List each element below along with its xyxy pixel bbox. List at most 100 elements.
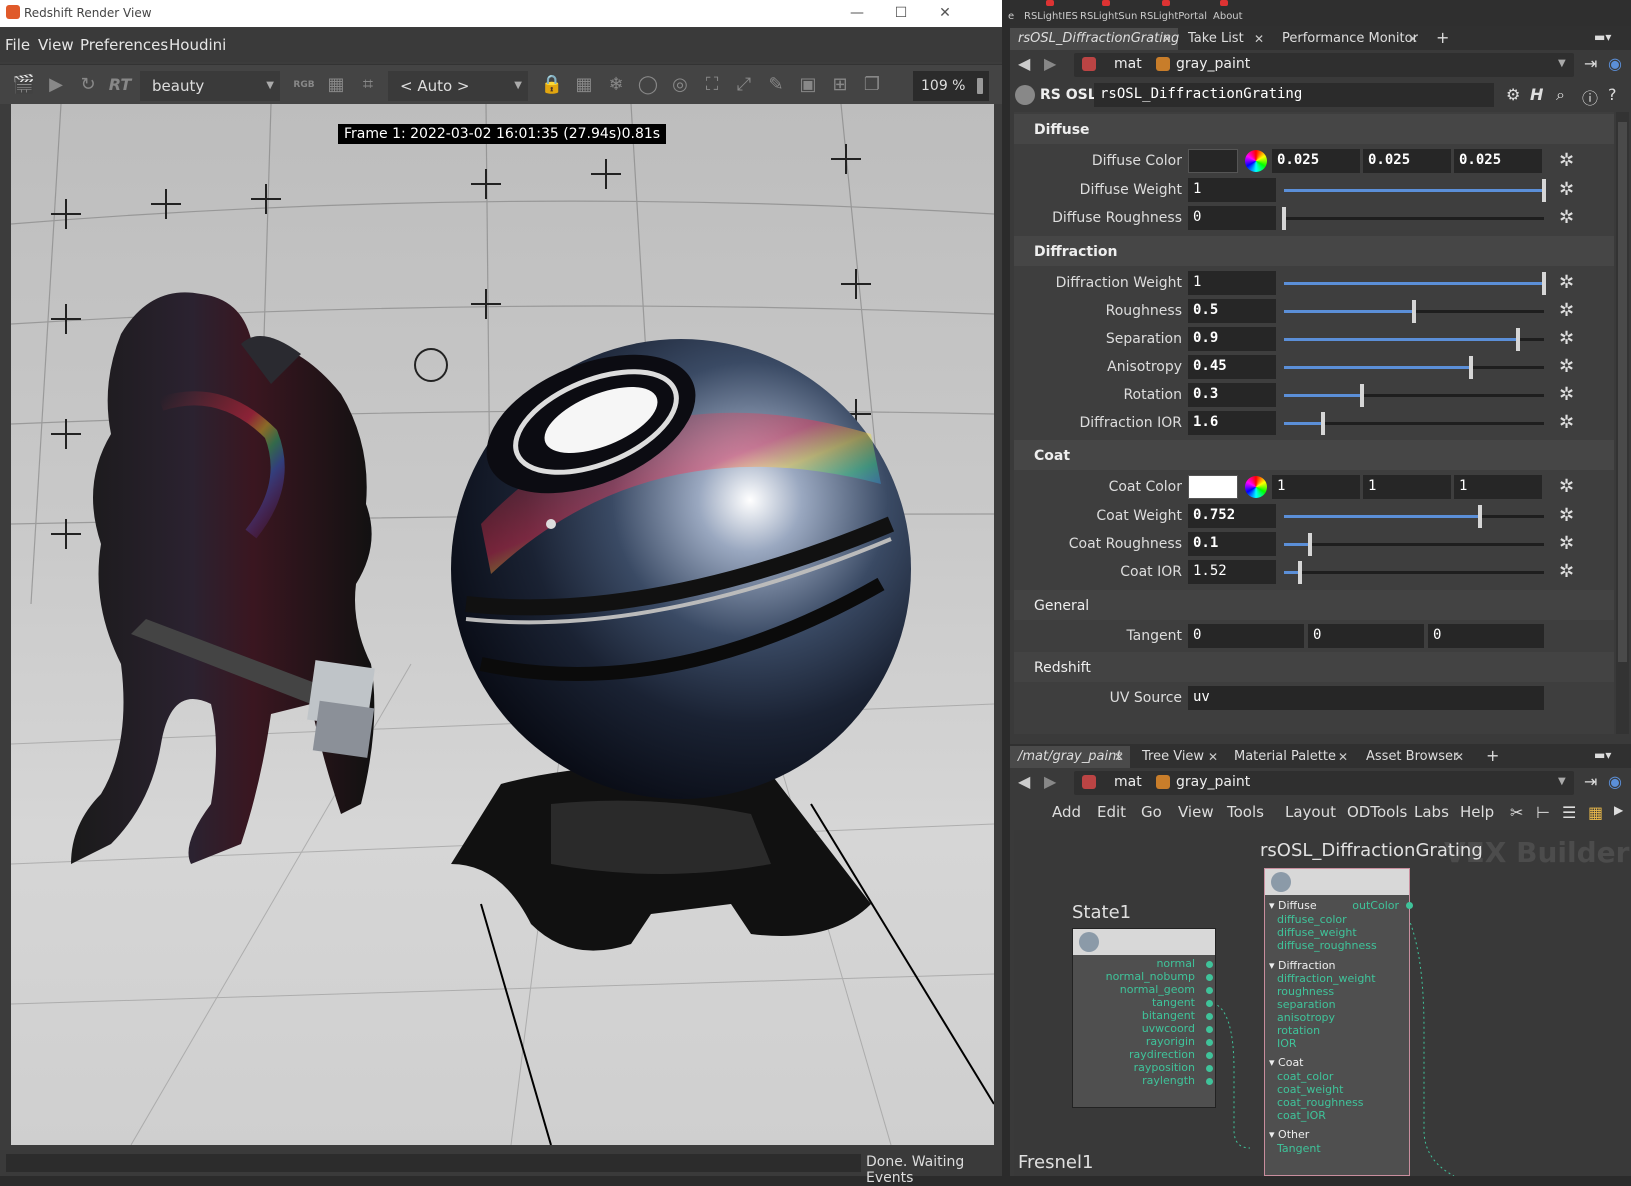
close-icon[interactable]: ✕ (1254, 28, 1264, 50)
group-diffraction[interactable]: ▾ Diffraction (1269, 959, 1336, 972)
input-rotation[interactable]: rotation (1277, 1024, 1320, 1037)
houdini-h-icon[interactable]: H (1530, 85, 1543, 104)
network-editor[interactable]: VEX Builder State1 normal normal_nobump … (1014, 830, 1631, 1176)
add-snapshot-icon[interactable]: ⊞ (828, 74, 852, 96)
tiles-icon[interactable]: ▦ (572, 74, 596, 96)
separation-slider[interactable] (1284, 328, 1544, 351)
node-name-field[interactable]: rsOSL_DiffractionGrating (1094, 83, 1494, 107)
output-bitangent[interactable]: bitangent (1142, 1009, 1195, 1022)
close-icon[interactable]: ✕ (1114, 746, 1124, 768)
pin-icon[interactable]: ⇥ (1584, 54, 1597, 73)
menu-odtools[interactable]: ODTools (1347, 803, 1407, 821)
gear-icon[interactable]: ✲ (1559, 329, 1574, 349)
menu-view[interactable]: View (38, 36, 74, 54)
anisotropy-slider[interactable] (1284, 356, 1544, 379)
gear-icon[interactable]: ✲ (1559, 413, 1574, 433)
tab-network-path[interactable]: /mat/gray_paint ✕ (1010, 746, 1130, 768)
roughness-slider[interactable] (1284, 300, 1544, 323)
gear-icon[interactable]: ✲ (1559, 301, 1574, 321)
clapper-icon[interactable]: 🎬 (12, 74, 36, 96)
input-coat-ior[interactable]: coat_IOR (1277, 1109, 1326, 1122)
input-coat-roughness[interactable]: coat_roughness (1277, 1096, 1363, 1109)
color-swatch[interactable] (1188, 475, 1238, 499)
tab-asset-browser[interactable]: Asset Browser ✕ (1358, 746, 1470, 768)
tab-osl-parameters[interactable]: rsOSL_DiffractionGrating ✕ (1010, 28, 1179, 50)
slider-handle[interactable] (1469, 356, 1474, 379)
chevron-down-icon[interactable]: ▼ (1558, 58, 1566, 69)
coat-weight-slider[interactable] (1284, 505, 1544, 528)
coat-weight-field[interactable]: 0.752 (1188, 504, 1276, 528)
gear-icon[interactable]: ✲ (1559, 506, 1574, 526)
output-normal-geom[interactable]: normal_geom (1120, 983, 1195, 996)
slider-handle[interactable] (1542, 272, 1546, 295)
palette-icon[interactable]: ▦ (1588, 803, 1603, 822)
group-other[interactable]: ▾ Other (1269, 1128, 1309, 1141)
snowflake-icon[interactable]: ❄ (604, 74, 628, 96)
gear-icon[interactable]: ✲ (1559, 534, 1574, 554)
add-tab-icon[interactable]: + (1486, 746, 1499, 765)
back-arrow-icon[interactable]: ◀ (1018, 772, 1030, 791)
search-icon[interactable]: ⌕ (1556, 85, 1565, 105)
link-icon[interactable]: ◉ (1608, 772, 1622, 791)
separation-field[interactable]: 0.9 (1188, 327, 1276, 351)
path-field[interactable] (1074, 53, 1574, 77)
slider-handle[interactable] (1477, 505, 1482, 528)
gear-icon[interactable]: ✲ (1559, 151, 1574, 171)
forward-arrow-icon[interactable]: ▶ (1044, 54, 1056, 73)
output-rayorigin[interactable]: rayorigin (1146, 1035, 1195, 1048)
menu-edit[interactable]: Edit (1097, 803, 1126, 821)
roughness-field[interactable]: 0.5 (1188, 299, 1276, 323)
tree-icon[interactable]: ⊢ (1536, 803, 1550, 822)
input-separation[interactable]: separation (1277, 998, 1336, 1011)
edit-icon[interactable]: ✎ (764, 74, 788, 96)
back-arrow-icon[interactable]: ◀ (1018, 54, 1030, 73)
output-normal[interactable]: normal (1156, 957, 1195, 970)
render-viewport[interactable] (11, 104, 994, 1145)
diffraction-ior-slider[interactable] (1284, 412, 1544, 435)
state-node[interactable]: normal normal_nobump normal_geom tangent… (1072, 928, 1216, 1108)
target-icon[interactable]: ◎ (668, 74, 692, 96)
shelf-item-rslightsun[interactable]: RSLightSun (1080, 11, 1137, 22)
diffuse-roughness-slider[interactable] (1282, 207, 1544, 230)
section-diffuse[interactable]: Diffuse (1014, 114, 1614, 144)
slider-handle[interactable] (1412, 300, 1416, 323)
input-coat-color[interactable]: coat_color (1277, 1070, 1333, 1083)
gear-icon[interactable]: ✲ (1559, 477, 1574, 497)
close-icon[interactable]: ✕ (1338, 746, 1348, 768)
rgb-icon[interactable]: RGB (292, 74, 316, 96)
path-node[interactable]: gray_paint (1176, 774, 1250, 790)
menu-layout[interactable]: Layout (1285, 803, 1336, 821)
camera-dropdown[interactable]: < Auto > ▼ (388, 71, 528, 101)
gear-icon[interactable]: ✲ (1559, 357, 1574, 377)
coat-ior-field[interactable]: 1.52 (1188, 560, 1276, 584)
circle-select-icon[interactable]: ◯ (636, 74, 660, 96)
input-diffuse-color[interactable]: diffuse_color (1277, 913, 1347, 926)
coat-color-r[interactable]: 1 (1272, 475, 1360, 499)
scrollbar-thumb[interactable] (1618, 122, 1627, 662)
gear-icon[interactable]: ✲ (1559, 208, 1574, 228)
path-node[interactable]: gray_paint (1176, 56, 1250, 72)
minimize-button[interactable]: — (842, 2, 872, 24)
output-normal-nobump[interactable]: normal_nobump (1106, 970, 1195, 983)
osl-node[interactable]: outColor ▾ Diffuse diffuse_color diffuse… (1264, 868, 1413, 1176)
list-icon[interactable]: ☰ (1562, 803, 1576, 822)
input-tangent[interactable]: Tangent (1277, 1142, 1321, 1155)
close-icon[interactable]: ✕ (1208, 746, 1218, 768)
color-wheel-icon[interactable] (1245, 150, 1267, 172)
pin-icon[interactable]: ⇥ (1584, 772, 1597, 791)
menu-view[interactable]: View (1178, 803, 1214, 821)
output-raydirection[interactable]: raydirection (1129, 1048, 1195, 1061)
gear-icon[interactable]: ✲ (1559, 562, 1574, 582)
chevron-down-icon[interactable]: ▼ (1558, 776, 1566, 787)
color-swatch[interactable] (1188, 149, 1238, 173)
slider-handle[interactable] (1542, 179, 1546, 202)
input-ior[interactable]: IOR (1277, 1037, 1297, 1050)
tab-material-palette[interactable]: Material Palette ✕ (1226, 746, 1354, 768)
diffuse-color-r[interactable]: 0.025 (1272, 149, 1360, 173)
diffuse-roughness-field[interactable]: 0 (1188, 206, 1276, 230)
input-roughness[interactable]: roughness (1277, 985, 1334, 998)
menu-file[interactable]: File (5, 36, 30, 54)
diffuse-weight-field[interactable]: 1 (1188, 178, 1276, 202)
tab-performance-monitor[interactable]: Performance Monitor ✕ (1274, 28, 1424, 50)
info-icon[interactable]: ⓘ (1582, 85, 1598, 109)
